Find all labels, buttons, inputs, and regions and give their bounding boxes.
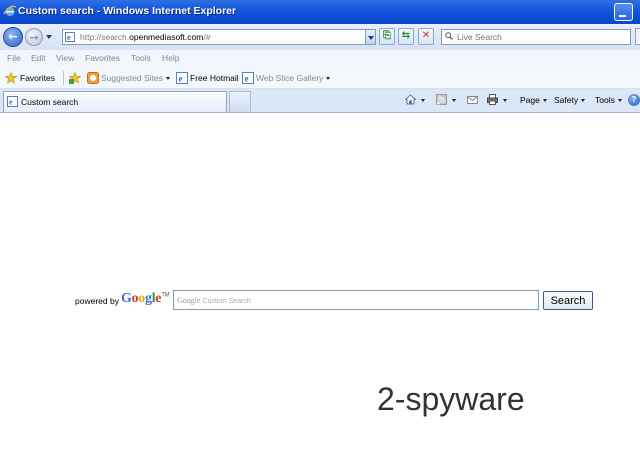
address-dropdown-button[interactable] <box>365 29 376 45</box>
menu-view[interactable]: View <box>56 53 74 63</box>
feeds-dropdown[interactable] <box>449 95 456 105</box>
tools-menu[interactable]: Tools <box>595 95 622 105</box>
menu-edit[interactable]: Edit <box>31 53 46 63</box>
favorites-bar: Favorites Suggested Sites e Free Hotmail… <box>0 67 640 89</box>
chevron-down-icon <box>617 99 622 103</box>
forward-button[interactable]: → <box>25 28 43 46</box>
free-hotmail-link[interactable]: Free Hotmail <box>190 73 239 83</box>
stop-button[interactable]: ✕ <box>418 28 434 45</box>
refresh-button[interactable]: ⇆ <box>398 28 414 45</box>
page-icon: e <box>65 32 75 42</box>
powered-by-label: powered by <box>75 296 119 306</box>
search-go-button[interactable] <box>635 28 640 45</box>
google-logo: GoogleTM <box>121 291 170 306</box>
page-icon: e <box>242 72 254 84</box>
chevron-down-icon <box>421 99 425 103</box>
menu-bar: File Edit View Favorites Tools Help <box>0 50 640 67</box>
back-arrow-icon: ← <box>8 30 18 43</box>
page-menu[interactable]: Page <box>520 95 547 105</box>
search-button[interactable]: Search <box>543 291 593 310</box>
menu-tools[interactable]: Tools <box>131 53 151 63</box>
live-search-box[interactable] <box>441 29 631 45</box>
title-bar: Custom search - Windows Internet Explore… <box>0 0 640 24</box>
chevron-down-icon <box>165 77 170 81</box>
web-slice-gallery-link[interactable]: Web Slice Gallery <box>256 73 331 83</box>
favorites-button[interactable]: Favorites <box>20 73 55 83</box>
home-icon[interactable] <box>405 94 416 105</box>
tab-bar: e Custom search Page Safety Tools ? <box>0 89 640 113</box>
favorites-star-icon <box>5 72 17 84</box>
svg-text:e: e <box>67 33 71 42</box>
internet-explorer-icon <box>3 5 17 17</box>
suggested-sites-icon <box>87 72 99 84</box>
menu-favorites[interactable]: Favorites <box>85 53 120 63</box>
menu-help[interactable]: Help <box>162 53 179 63</box>
svg-text:e: e <box>179 74 183 84</box>
new-tab-button[interactable] <box>229 91 251 112</box>
chevron-down-icon <box>581 99 586 103</box>
chevron-down-icon <box>326 77 331 81</box>
compatibility-icon: ⎘ <box>383 30 391 41</box>
chevron-down-icon <box>452 99 456 103</box>
help-icon[interactable]: ? <box>628 94 640 106</box>
print-icon[interactable] <box>487 94 498 105</box>
address-toolbar: ← → e http://search.openmediasoft.com/# … <box>0 24 640 50</box>
tab-label: Custom search <box>21 97 79 107</box>
search-icon <box>445 32 453 40</box>
address-field[interactable]: e http://search.openmediasoft.com/# <box>62 29 376 45</box>
mail-icon[interactable] <box>467 94 478 105</box>
page-content <box>0 113 640 458</box>
stop-icon: ✕ <box>421 30 431 41</box>
chevron-down-icon <box>542 99 547 103</box>
forward-arrow-icon: → <box>29 31 39 44</box>
refresh-icon: ⇆ <box>401 30 411 41</box>
back-button[interactable]: ← <box>3 27 23 47</box>
url-text: http://search.openmediasoft.com/# <box>80 32 211 42</box>
add-to-favorites-icon[interactable] <box>69 72 81 84</box>
minimize-button[interactable] <box>614 3 633 21</box>
page-icon: e <box>7 96 18 107</box>
print-dropdown[interactable] <box>500 95 507 105</box>
feeds-icon[interactable] <box>436 94 447 105</box>
window-title: Custom search - Windows Internet Explore… <box>18 5 237 17</box>
recent-pages-dropdown[interactable] <box>46 35 52 39</box>
svg-text:e: e <box>9 98 13 107</box>
tab-custom-search[interactable]: e Custom search <box>3 91 227 112</box>
page-icon: e <box>176 72 188 84</box>
toolbar-separator <box>63 71 64 85</box>
safety-menu[interactable]: Safety <box>554 95 586 105</box>
menu-file[interactable]: File <box>7 53 21 63</box>
home-dropdown[interactable] <box>418 95 425 105</box>
chevron-down-icon <box>503 99 507 103</box>
svg-text:e: e <box>245 74 249 84</box>
watermark-text: 2-spyware <box>377 381 525 417</box>
suggested-sites-link[interactable]: Suggested Sites <box>101 73 170 83</box>
compatibility-view-button[interactable]: ⎘ <box>379 28 395 45</box>
live-search-input[interactable] <box>457 31 627 43</box>
search-input-watermark: Google Custom Search <box>177 296 251 305</box>
custom-search-input[interactable]: Google Custom Search <box>173 290 539 310</box>
